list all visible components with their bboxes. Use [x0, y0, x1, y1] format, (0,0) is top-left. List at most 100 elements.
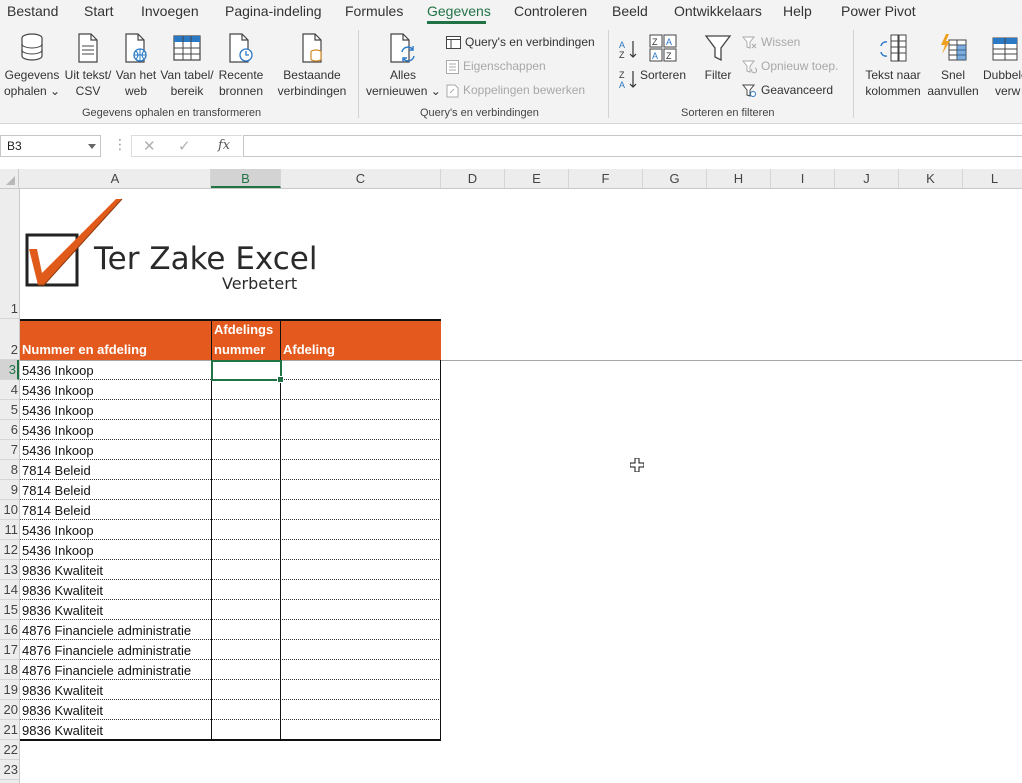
- from-table-range-button[interactable]: Van tabel/ bereik: [158, 32, 216, 99]
- row-header-19[interactable]: 19: [0, 680, 19, 700]
- tab-beeld[interactable]: Beeld: [612, 3, 648, 19]
- cell-a7[interactable]: 5436 Inkoop: [22, 443, 94, 458]
- column-header-g[interactable]: G: [643, 169, 707, 188]
- flash-fill-button[interactable]: Snel aanvullen: [925, 32, 981, 99]
- tab-power-pivot[interactable]: Power Pivot: [841, 3, 916, 19]
- row-header-7[interactable]: 7: [0, 440, 19, 460]
- chevron-down-icon[interactable]: [88, 144, 96, 149]
- remove-duplicates-button[interactable]: Dubbele verw: [983, 32, 1022, 99]
- cell-a15[interactable]: 9836 Kwaliteit: [22, 603, 103, 618]
- row-header-10[interactable]: 10: [0, 500, 19, 520]
- column-header-c[interactable]: C: [281, 169, 441, 188]
- edit-links-button[interactable]: Koppelingen bewerken: [446, 82, 585, 98]
- column-header-a[interactable]: A: [20, 169, 211, 188]
- row-header-2[interactable]: 2: [0, 319, 19, 360]
- cell-a17[interactable]: 4876 Financiele administratie: [22, 643, 191, 658]
- existing-connections-button[interactable]: Bestaande verbindingen: [276, 32, 348, 99]
- cell-a8[interactable]: 7814 Beleid: [22, 463, 91, 478]
- row-header-9[interactable]: 9: [0, 480, 19, 500]
- row-header-11[interactable]: 11: [0, 520, 19, 540]
- cell-a21[interactable]: 9836 Kwaliteit: [22, 723, 103, 738]
- formula-input[interactable]: [243, 135, 1022, 157]
- recent-sources-button[interactable]: Recente bronnen: [216, 32, 266, 99]
- tab-controleren[interactable]: Controleren: [514, 3, 587, 19]
- cell-a18[interactable]: 4876 Financiele administratie: [22, 663, 191, 678]
- worksheet-grid[interactable]: Ter Zake Excel Verbetert Nummer en afdel…: [20, 189, 1022, 783]
- row-header-6[interactable]: 6: [0, 420, 19, 440]
- tab-ontwikkelaars[interactable]: Ontwikkelaars: [674, 3, 762, 19]
- row-header-22[interactable]: 22: [0, 740, 19, 760]
- cell-a9[interactable]: 7814 Beleid: [22, 483, 91, 498]
- cell-a6[interactable]: 5436 Inkoop: [22, 423, 94, 438]
- tab-invoegen[interactable]: Invoegen: [141, 3, 199, 19]
- row-header-14[interactable]: 14: [0, 580, 19, 600]
- tab-formules[interactable]: Formules: [345, 3, 403, 19]
- column-header-h[interactable]: H: [707, 169, 771, 188]
- column-header-j[interactable]: J: [835, 169, 899, 188]
- cancel-icon[interactable]: ✕: [143, 137, 156, 155]
- tab-pagina-indeling[interactable]: Pagina-indeling: [225, 3, 322, 19]
- tab-help[interactable]: Help: [783, 3, 812, 19]
- cell-a13[interactable]: 9836 Kwaliteit: [22, 563, 103, 578]
- svg-text:Z: Z: [666, 51, 672, 61]
- column-header-f[interactable]: F: [569, 169, 643, 188]
- row-header-1[interactable]: 1: [0, 189, 19, 319]
- column-header-l[interactable]: L: [963, 169, 1022, 188]
- row-header-17[interactable]: 17: [0, 640, 19, 660]
- from-text-csv-button[interactable]: Uit tekst/ CSV: [61, 32, 115, 99]
- sort-button[interactable]: Z A A Z Sorteren: [640, 32, 686, 83]
- insert-function-icon[interactable]: fx: [218, 138, 230, 153]
- column-header-b[interactable]: B: [211, 169, 281, 188]
- name-box[interactable]: B3: [0, 135, 101, 157]
- filter-button[interactable]: Filter: [698, 32, 738, 83]
- advanced-filter-icon: [742, 84, 756, 97]
- cell-a5[interactable]: 5436 Inkoop: [22, 403, 94, 418]
- row-header-15[interactable]: 15: [0, 600, 19, 620]
- cell-a3[interactable]: 5436 Inkoop: [22, 363, 94, 378]
- refresh-all-button[interactable]: Alles vernieuwen ⌄: [366, 32, 441, 99]
- row-header-12[interactable]: 12: [0, 540, 19, 560]
- sort-az-button[interactable]: A Z: [617, 38, 639, 60]
- tab-gegevens[interactable]: Gegevens: [427, 3, 491, 19]
- cell-a16[interactable]: 4876 Financiele administratie: [22, 623, 191, 638]
- tab-bestand[interactable]: Bestand: [7, 3, 58, 19]
- column-header-d[interactable]: D: [441, 169, 505, 188]
- row-header-18[interactable]: 18: [0, 660, 19, 680]
- row-header-20[interactable]: 20: [0, 700, 19, 720]
- row-header-23[interactable]: 23: [0, 760, 19, 780]
- row-header-4[interactable]: 4: [0, 380, 19, 400]
- sort-za-button[interactable]: Z A: [617, 68, 639, 90]
- cell-a19[interactable]: 9836 Kwaliteit: [22, 683, 103, 698]
- clear-filter-button[interactable]: Wissen: [742, 34, 800, 50]
- column-header-k[interactable]: K: [899, 169, 963, 188]
- row-header-8[interactable]: 8: [0, 460, 19, 480]
- row-header-13[interactable]: 13: [0, 560, 19, 580]
- cell-a10[interactable]: 7814 Beleid: [22, 503, 91, 518]
- properties-button[interactable]: Eigenschappen: [446, 58, 546, 74]
- more-options-icon[interactable]: ⋮: [113, 136, 127, 153]
- row-header-5[interactable]: 5: [0, 400, 19, 420]
- tab-start[interactable]: Start: [84, 3, 114, 19]
- select-all-corner[interactable]: [0, 169, 19, 188]
- cell-a20[interactable]: 9836 Kwaliteit: [22, 703, 103, 718]
- text-to-columns-button[interactable]: Tekst naar kolommen: [862, 32, 924, 99]
- get-data-button[interactable]: Gegevens ophalen ⌄: [4, 32, 60, 99]
- reapply-filter-button[interactable]: Opnieuw toep.: [742, 58, 838, 74]
- enter-icon[interactable]: ✓: [178, 137, 191, 155]
- row-header-21[interactable]: 21: [0, 720, 19, 740]
- column-header-e[interactable]: E: [505, 169, 569, 188]
- selected-cell-b3[interactable]: [211, 360, 284, 383]
- header-afdelingsnummer-line1: Afdelings: [214, 322, 274, 337]
- cell-a12[interactable]: 5436 Inkoop: [22, 543, 94, 558]
- queries-connections-button[interactable]: Query's en verbindingen: [446, 34, 595, 50]
- column-header-i[interactable]: I: [771, 169, 835, 188]
- cell-a11[interactable]: 5436 Inkoop: [22, 523, 94, 538]
- cell-a4[interactable]: 5436 Inkoop: [22, 383, 94, 398]
- cell-a14[interactable]: 9836 Kwaliteit: [22, 583, 103, 598]
- advanced-filter-button[interactable]: Geavanceerd: [742, 82, 833, 98]
- row-header-16[interactable]: 16: [0, 620, 19, 640]
- from-web-button[interactable]: Van het web: [113, 32, 159, 99]
- row-border: [20, 559, 441, 560]
- row-header-3[interactable]: 3: [0, 360, 19, 380]
- existing-connections-icon: [302, 33, 322, 63]
